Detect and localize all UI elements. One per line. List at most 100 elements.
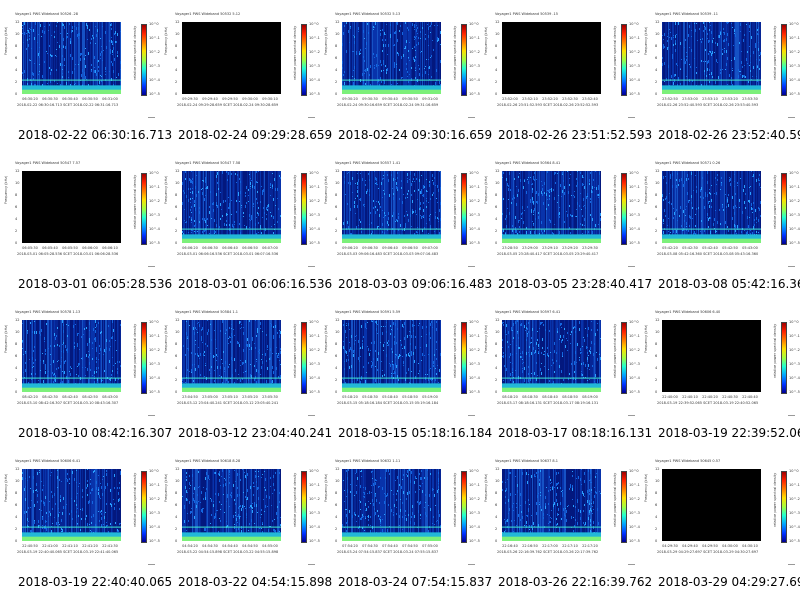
spectrogram-speckle [344, 25, 345, 27]
spectrogram-speckle [52, 523, 53, 524]
spectrogram-speckle [66, 36, 67, 39]
spectrogram-speckle [209, 369, 210, 371]
spectrogram-speckle [280, 177, 281, 179]
spectrogram-speckle [186, 472, 187, 474]
spectrogram-speckle [527, 206, 528, 208]
spectrogram-speckle [194, 332, 195, 335]
spectrogram-streak [191, 469, 192, 541]
spectrogram-speckle [236, 182, 237, 183]
spectrogram-speckle [43, 485, 44, 486]
spectrogram-speckle [416, 29, 417, 32]
spectrogram-speckle [112, 54, 113, 55]
spectrogram-streak [246, 469, 247, 541]
spectrogram-streak [440, 171, 441, 243]
colorbar-tick-label: 10^-2 [789, 199, 800, 203]
spectrogram-speckle [87, 28, 88, 29]
spectrogram-speckle [707, 194, 708, 197]
spectrogram-speckle [103, 50, 104, 51]
spectrogram-streak [556, 171, 557, 243]
spectrogram-speckle [22, 477, 23, 480]
spectrogram-streak [79, 22, 80, 94]
spectrogram-speckle [23, 42, 24, 43]
spectrogram-speckle [34, 331, 35, 334]
spectrogram-speckle [727, 33, 728, 36]
spectrogram-speckle [362, 178, 363, 181]
spectrogram-speckle [597, 323, 598, 324]
spectrogram-speckle [401, 180, 402, 182]
spectrogram-low-band-bright [22, 89, 121, 94]
spectrogram-streak [578, 320, 579, 392]
spectrogram-speckle [569, 178, 570, 179]
spectrogram-speckle [357, 195, 358, 197]
spectrogram-speckle [727, 84, 728, 85]
spectrogram-speckle [260, 322, 261, 325]
spectrogram-speckle [346, 325, 347, 326]
y-tick-label: 0 [175, 92, 178, 96]
spectrogram-speckle [675, 43, 676, 45]
spectrogram-speckle [260, 517, 261, 518]
spectrogram-speckle [556, 352, 557, 354]
spectrogram-speckle [696, 23, 697, 24]
spectrogram-speckle [397, 187, 398, 189]
colorbar-tick-label: 10^-5 [309, 390, 320, 394]
spectrogram-speckle [672, 185, 673, 188]
spectrogram-speckle [700, 231, 701, 232]
spectrogram-streak [367, 22, 368, 94]
spectrogram-speckle [713, 223, 714, 226]
spectrogram-speckle [428, 59, 429, 60]
spectrogram-speckle [376, 179, 377, 181]
spectrogram-speckle [589, 179, 590, 182]
spectrogram-speckle [430, 25, 431, 27]
spectrogram-speckle [409, 179, 410, 180]
spectrogram-speckle [527, 333, 528, 334]
spectrogram-speckle [249, 214, 250, 217]
spectrogram-speckle [741, 231, 742, 233]
spectrogram-streak [404, 171, 405, 243]
spectrogram-speckle [221, 359, 222, 360]
spectrogram-speckle [599, 354, 600, 355]
spectrogram-speckle [375, 321, 376, 323]
spectrogram-speckle [430, 32, 431, 33]
y-tick-label: 8 [495, 44, 498, 48]
spectrogram-speckle [77, 508, 78, 509]
spectrogram-speckle [50, 72, 51, 75]
spectrogram-streak [103, 469, 104, 541]
spectrogram-speckle [388, 44, 389, 47]
spectrogram-speckle [31, 29, 32, 32]
spectrogram-speckle [363, 56, 364, 58]
spectrogram-speckle [25, 500, 26, 501]
spectrogram-speckle [193, 327, 194, 330]
spectrogram-streak [85, 469, 86, 541]
spectrogram-speckle [675, 22, 676, 25]
spectrogram-streak [695, 171, 696, 243]
spectrogram-speckle [509, 356, 510, 358]
spectrogram-streak [44, 320, 45, 392]
x-tick-label: 23:52:20 [542, 97, 558, 101]
spectrogram-speckle [707, 61, 708, 64]
spectrogram-speckle [194, 220, 195, 222]
spectrogram-speckle [262, 217, 263, 218]
spectrogram-speckle [81, 53, 82, 55]
spectrogram-speckle [47, 83, 48, 84]
spectrogram-speckle [79, 483, 80, 484]
spectrogram-speckle [706, 75, 707, 77]
spectrogram-streak [26, 320, 27, 392]
spectrogram-speckle [392, 364, 393, 365]
spectrogram-speckle [505, 330, 506, 333]
spectrogram-speckle [377, 324, 378, 325]
spectrogram-speckle [589, 369, 590, 370]
spectrogram-streak [102, 320, 103, 392]
spectrogram-speckle [672, 54, 673, 57]
spectrogram-speckle [430, 214, 431, 215]
spectrogram-speckle [66, 478, 67, 479]
spectrogram-speckle [537, 331, 538, 332]
y-tick-label: 6 [15, 56, 18, 60]
spectrogram-streak [668, 22, 669, 94]
spectrogram-speckle [236, 518, 237, 521]
spectrogram-speckle [508, 188, 509, 191]
x-tick-label: 09:29:30 [182, 97, 198, 101]
spectrogram-speckle [373, 207, 374, 209]
x-tick-label: 06:05:40 [42, 246, 58, 250]
spectrogram-streak [600, 171, 601, 243]
spectrogram-streak [537, 320, 538, 392]
